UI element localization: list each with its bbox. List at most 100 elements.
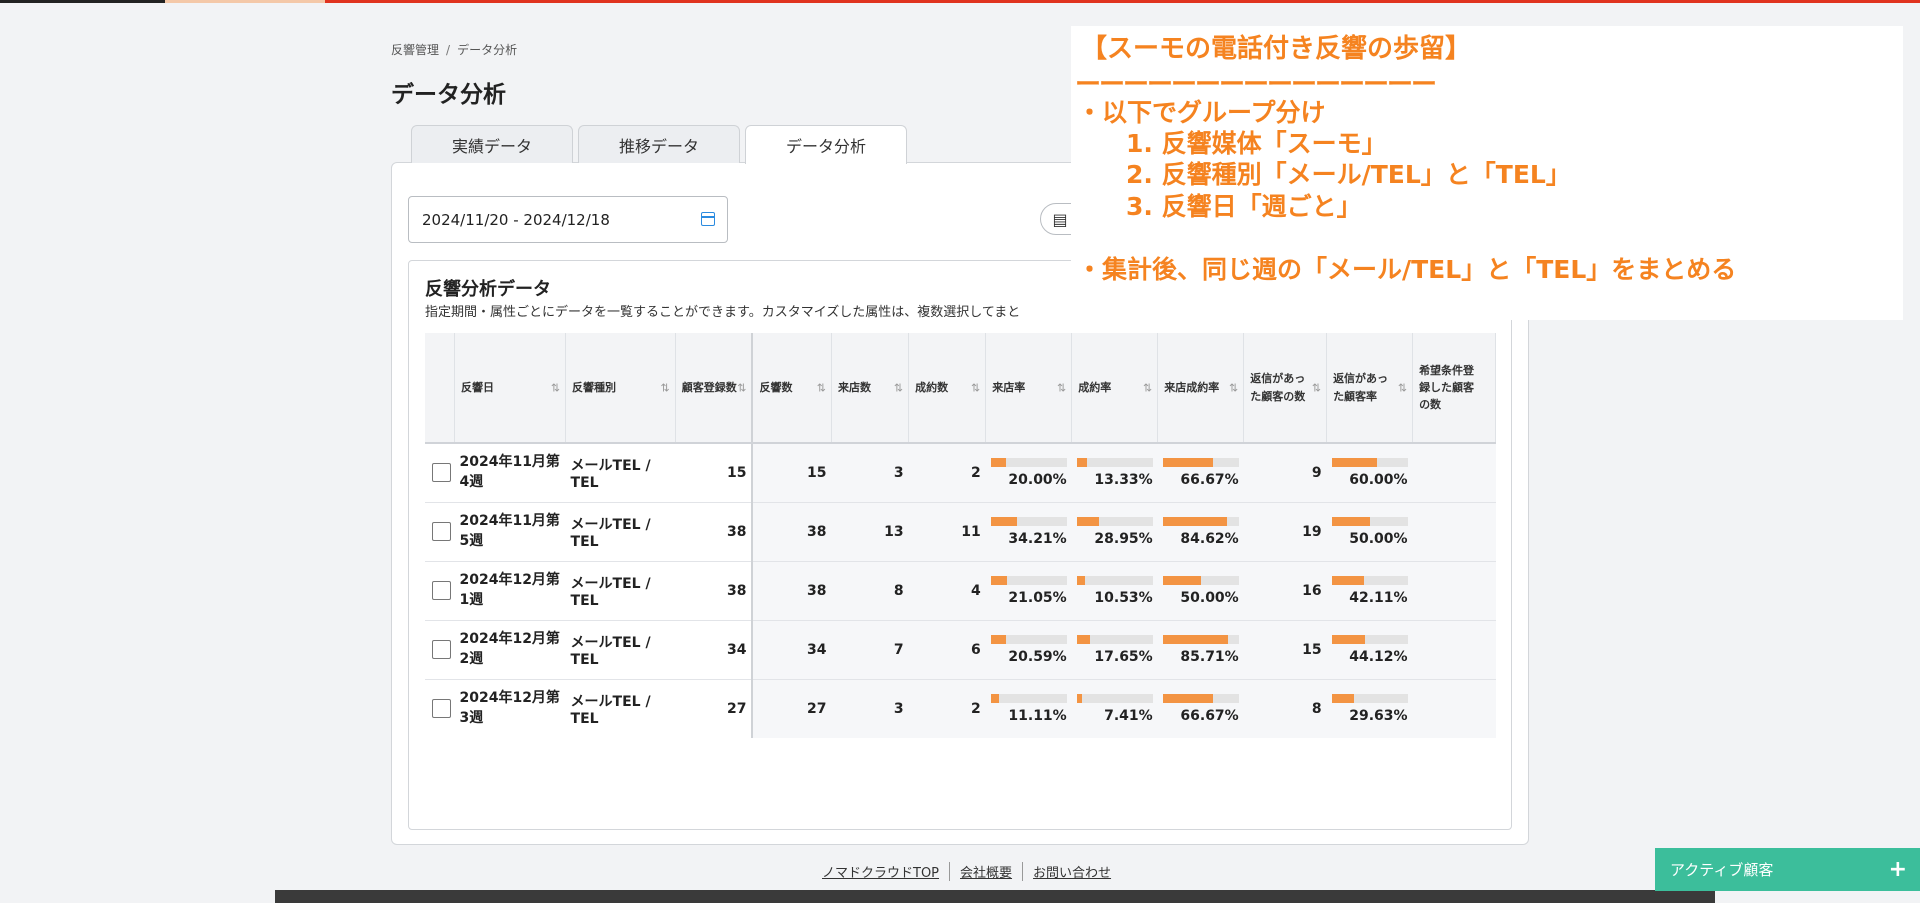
rate-value: 29.63%: [1349, 707, 1408, 724]
row-checkbox[interactable]: [432, 581, 451, 600]
rate-value: 84.62%: [1180, 530, 1239, 547]
header-contracts[interactable]: 成約数 ⇅: [908, 333, 987, 444]
rate-bar-fill: [1076, 575, 1085, 585]
header-wish-registered[interactable]: 希望条件登録した顧客の数: [1412, 333, 1496, 444]
rate-bar: [1162, 516, 1239, 526]
rate-bar-fill: [990, 575, 1007, 585]
cell-replied-rate: 50.00%: [1326, 502, 1413, 562]
sort-icon[interactable]: ⇅: [737, 379, 746, 396]
active-customer-label: アクティブ顧客: [1670, 861, 1774, 879]
sort-icon[interactable]: ⇅: [1312, 379, 1321, 396]
rate-value: 11.11%: [1008, 707, 1067, 724]
header-visits[interactable]: 来店数 ⇅: [831, 333, 910, 444]
header-replied-count[interactable]: 返信があった顧客の数 ⇅: [1243, 333, 1328, 444]
row-checkbox-cell: [425, 502, 455, 562]
cell-wish-registered: [1412, 502, 1496, 562]
plus-icon[interactable]: +: [1889, 857, 1907, 882]
sort-icon[interactable]: ⇅: [971, 379, 980, 396]
cell-wish-registered: [1412, 561, 1496, 621]
footer-link-contact[interactable]: お問い合わせ: [1022, 862, 1121, 881]
top-strip-dark-segment: [0, 0, 165, 3]
sort-icon[interactable]: ⇅: [1229, 379, 1238, 396]
rate-value: 10.53%: [1094, 589, 1153, 606]
calendar-icon[interactable]: [701, 212, 715, 226]
cell-registered: 38: [675, 502, 753, 562]
rate-bar: [1076, 516, 1153, 526]
row-checkbox[interactable]: [432, 522, 451, 541]
rate-bar: [1076, 457, 1153, 467]
header-visit-contract-rate[interactable]: 来店成約率 ⇅: [1157, 333, 1245, 444]
rate-bar: [990, 516, 1067, 526]
rate-bar: [1331, 516, 1408, 526]
cell-contracts: 11: [908, 502, 986, 562]
row-checkbox[interactable]: [432, 463, 451, 483]
row-checkbox-cell: [425, 620, 455, 680]
rate-value: 28.95%: [1094, 530, 1153, 547]
rate-value: 85.71%: [1180, 648, 1239, 665]
header-visit-rate[interactable]: 来店率 ⇅: [985, 333, 1073, 444]
header-registered[interactable]: 顧客登録数 ⇅: [675, 333, 753, 444]
tab-data-analysis[interactable]: データ分析: [745, 125, 907, 164]
rate-bar: [990, 457, 1067, 467]
cell-replied-rate: 60.00%: [1326, 443, 1413, 503]
os-dock-strip: [275, 890, 1715, 903]
table-row: 2024年11月第4週 メールTEL / TEL 15 15 3 2 20.00…: [425, 443, 1496, 503]
rate-value: 60.00%: [1349, 471, 1408, 488]
row-checkbox[interactable]: [432, 640, 451, 659]
breadcrumb: 反響管理 / データ分析: [391, 41, 517, 58]
annotation-overlay: 【スーモの電話付き反響の歩留】 ーーーーーーーーーーーーーーー ・以下でグループ…: [1071, 26, 1903, 320]
cell-contracts: 2: [908, 679, 986, 738]
cell-visit-rate: 21.05%: [985, 561, 1072, 621]
header-response-date[interactable]: 反響日 ⇅: [454, 333, 567, 444]
cell-responses: 15: [751, 443, 832, 503]
cell-visit-rate: 20.59%: [985, 620, 1072, 680]
rate-value: 21.05%: [1008, 589, 1067, 606]
footer-link-company[interactable]: 会社概要: [949, 862, 1022, 881]
rate-bar: [1076, 634, 1153, 644]
sort-icon[interactable]: ⇅: [894, 379, 903, 396]
cell-replied-count: 19: [1243, 502, 1327, 562]
rate-value: 50.00%: [1180, 589, 1239, 606]
rate-bar-fill: [1331, 693, 1355, 703]
cell-responses: 34: [751, 620, 832, 680]
cell-visit-contract-rate: 84.62%: [1157, 502, 1244, 562]
sort-icon[interactable]: ⇅: [1143, 379, 1152, 396]
breadcrumb-parent-link[interactable]: 反響管理: [391, 43, 439, 57]
tab-performance-data[interactable]: 実績データ: [411, 125, 573, 163]
rate-bar: [1162, 634, 1239, 644]
cell-response-date: 2024年11月第4週: [454, 443, 566, 503]
sort-icon[interactable]: ⇅: [817, 379, 826, 396]
cell-contract-rate: 17.65%: [1071, 620, 1158, 680]
table-body: 2024年11月第4週 メールTEL / TEL 15 15 3 2 20.00…: [425, 443, 1496, 738]
sort-icon[interactable]: ⇅: [1057, 379, 1066, 396]
row-checkbox[interactable]: [432, 699, 451, 718]
sort-icon[interactable]: ⇅: [660, 379, 669, 396]
rate-bar-fill: [1331, 575, 1364, 585]
tab-trend-data[interactable]: 推移データ: [578, 125, 740, 163]
rate-bar-fill: [1162, 516, 1227, 526]
footer-link-top[interactable]: ノマドクラウドTOP: [812, 862, 949, 881]
sort-icon[interactable]: ⇅: [1398, 379, 1407, 396]
row-checkbox-cell: [425, 679, 455, 738]
cell-contract-rate: 10.53%: [1071, 561, 1158, 621]
rate-value: 7.41%: [1104, 707, 1153, 724]
cell-contracts: 4: [908, 561, 986, 621]
rate-bar-fill: [1331, 634, 1366, 644]
cell-visit-rate: 20.00%: [985, 443, 1072, 503]
rate-bar-fill: [1162, 634, 1228, 644]
header-responses[interactable]: 反響数 ⇅: [751, 333, 832, 444]
header-replied-rate[interactable]: 返信があった顧客率 ⇅: [1326, 333, 1414, 444]
active-customer-button[interactable]: アクティブ顧客 +: [1655, 848, 1920, 891]
sort-icon[interactable]: ⇅: [551, 379, 560, 396]
cell-visits: 7: [831, 620, 909, 680]
cell-registered: 15: [675, 443, 753, 503]
cell-wish-registered: [1412, 679, 1496, 738]
cell-replied-rate: 44.12%: [1326, 620, 1413, 680]
header-response-type[interactable]: 反響種別 ⇅: [565, 333, 676, 444]
cell-replied-rate: 29.63%: [1326, 679, 1413, 738]
list-icon: ▤: [1052, 209, 1068, 229]
header-contract-rate[interactable]: 成約率 ⇅: [1071, 333, 1159, 444]
date-range-input[interactable]: 2024/11/20 - 2024/12/18: [408, 196, 728, 243]
analysis-table-scroll[interactable]: 反響日 ⇅ 反響種別 ⇅ 顧客登録数 ⇅ 反響数 ⇅ 来店数 ⇅ 成約数 ⇅ 来店率 ⇅ 成約…: [425, 333, 1496, 738]
cell-responses: 38: [751, 502, 832, 562]
